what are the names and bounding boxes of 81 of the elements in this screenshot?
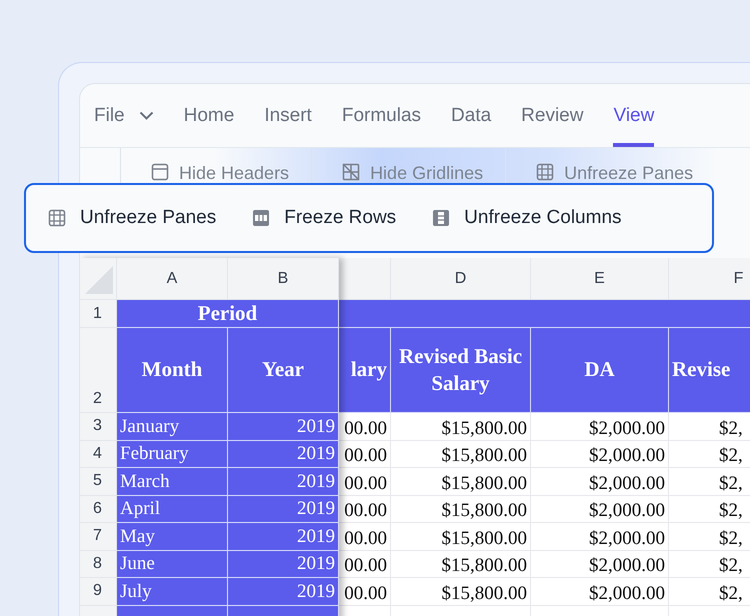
table-cell: $2, <box>669 440 750 468</box>
table-cell: $15,800.00 <box>391 468 531 496</box>
grid-icon <box>252 209 270 227</box>
table-cell: 00.00 <box>339 496 391 523</box>
grid-icon <box>342 163 360 181</box>
table-cell: $2, <box>669 413 750 440</box>
column-header[interactable]: D <box>391 258 531 300</box>
table-cell: $2, <box>669 578 750 606</box>
table-cell: $15,800.00 <box>391 440 531 468</box>
row-number: 5 <box>80 468 117 496</box>
table-cell: $2, <box>669 468 750 496</box>
row-number: 7 <box>80 523 117 550</box>
table-cell: January <box>117 413 228 440</box>
menu-tab[interactable]: Formulas <box>342 84 422 147</box>
table-cell: July <box>117 578 228 606</box>
row-number: 1 <box>80 300 117 328</box>
table-cell: 2019 <box>228 523 339 550</box>
table-cell: April <box>117 496 228 523</box>
table-cell: 2019 <box>228 578 339 606</box>
row-number: 4 <box>80 440 117 468</box>
table-cell: DA <box>531 328 669 413</box>
grid-icon <box>48 209 66 227</box>
table-cell: lary <box>339 328 391 413</box>
chevron-icon <box>138 111 154 120</box>
table-cell: Revised Basic Salary <box>391 328 531 413</box>
table-cell: 00.00 <box>339 440 391 468</box>
table-cell: $2,000.00 <box>531 578 669 606</box>
table-cell: 2019 <box>228 413 339 440</box>
row-number: 9 <box>80 578 117 606</box>
table-cell: $2,000.00 <box>531 496 669 523</box>
table-cell: 00.00 <box>339 468 391 496</box>
table-cell: March <box>117 468 228 496</box>
menu-item[interactable]: Unfreeze Panes <box>48 207 216 229</box>
table-cell: 00.00 <box>339 550 391 578</box>
table-cell: $2, <box>669 550 750 578</box>
column-header[interactable] <box>339 258 391 300</box>
column-header[interactable]: B <box>228 258 339 300</box>
grid-icon <box>151 163 169 181</box>
table-cell: $2,000.00 <box>531 413 669 440</box>
menu-item[interactable]: Freeze Rows <box>252 207 396 229</box>
table-cell: May <box>117 523 228 550</box>
table-cell: $2,000.00 <box>531 468 669 496</box>
table-cell: $15,800.00 <box>391 496 531 523</box>
table-cell: Period <box>117 300 339 328</box>
file-menu[interactable]: File <box>94 104 154 126</box>
table-cell: 2019 <box>228 440 339 468</box>
table-cell: $2,000.00 <box>531 440 669 468</box>
table-cell: $2, <box>669 496 750 523</box>
table-cell: Year <box>228 328 339 413</box>
table-cell: $15,800.00 <box>391 523 531 550</box>
table-cell: $15,800.00 <box>391 578 531 606</box>
table-cell: $15,800.00 <box>391 413 531 440</box>
column-header[interactable]: A <box>117 258 228 300</box>
column-header[interactable]: E <box>531 258 669 300</box>
table-cell: 2019 <box>228 496 339 523</box>
table-cell: 00.00 <box>339 523 391 550</box>
table-cell: $2,000.00 <box>531 523 669 550</box>
menu-tab[interactable]: Insert <box>264 84 312 147</box>
row-number: 6 <box>80 496 117 523</box>
table-cell: $2,000.00 <box>531 550 669 578</box>
row-number: 2 <box>80 328 117 413</box>
row-number: 3 <box>80 413 117 440</box>
menu-tab[interactable]: Review <box>521 84 584 147</box>
menu-item[interactable]: Unfreeze Columns <box>432 207 622 229</box>
table-cell: $15,800.00 <box>391 550 531 578</box>
table-cell: Revise <box>669 328 750 413</box>
grid-icon <box>536 163 554 181</box>
table-cell: $2, <box>669 523 750 550</box>
table-cell: 2019 <box>228 468 339 496</box>
select-all-corner[interactable] <box>80 258 117 300</box>
menu-tab[interactable]: Home <box>184 84 234 147</box>
table-cell: Month <box>117 328 228 413</box>
row-number: 8 <box>80 550 117 578</box>
table-cell: February <box>117 440 228 468</box>
grid-icon <box>432 209 450 227</box>
table-cell: 00.00 <box>339 578 391 606</box>
table-cell: 00.00 <box>339 413 391 440</box>
column-header[interactable]: F <box>669 258 750 300</box>
table-cell: June <box>117 550 228 578</box>
menu-tab[interactable]: Data <box>451 84 492 147</box>
table-cell: 2019 <box>228 550 339 578</box>
